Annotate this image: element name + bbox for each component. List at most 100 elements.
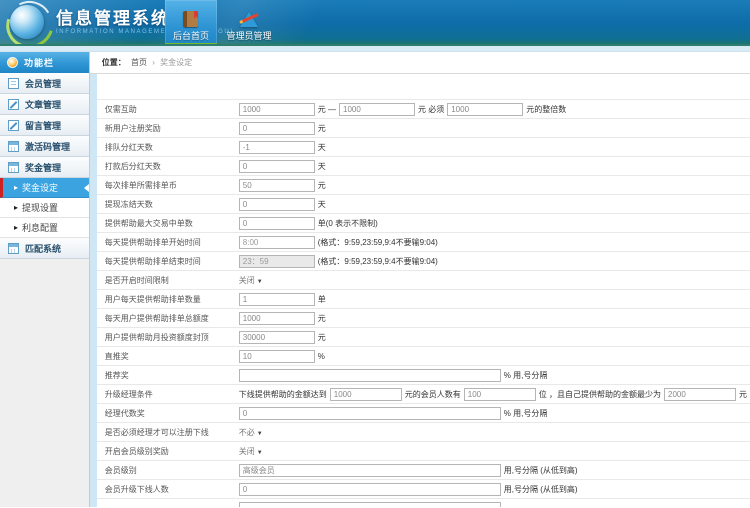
partial-row-input[interactable] [239, 502, 501, 508]
manager-generation-bonus-input[interactable] [239, 407, 501, 420]
field-label: 是否开启时间限制 [97, 275, 239, 286]
member-upgrade-downline-count-input[interactable] [239, 483, 501, 496]
help-order-end-time-input[interactable] [239, 255, 315, 268]
mutual-aid-amount-input[interactable] [339, 103, 415, 116]
field-label: 用户每天提供帮助排单数量 [97, 294, 239, 305]
manager-required-toggle-select[interactable]: 不必▼ [239, 427, 263, 438]
field-label: 每次排单所需排单币 [97, 180, 239, 191]
field-label: 打款后分红天数 [97, 161, 239, 172]
edit-icon [8, 99, 19, 110]
max-open-trade-orders-input[interactable] [239, 217, 315, 230]
sidebar-item-label: 奖金管理 [25, 161, 61, 174]
field-unit-text: 元 [739, 389, 747, 400]
sidebar-item-member-management[interactable]: 会员管理 [0, 73, 89, 94]
sidebar-item-interest-config[interactable]: ▸利息配置 [0, 218, 89, 238]
calendar-icon [8, 162, 19, 173]
chevron-down-icon: ▼ [257, 450, 263, 456]
monthly-invest-cap-input[interactable] [239, 331, 315, 344]
form-row-member-levels: 会员级别用,号分隔 (从低到高) [97, 461, 750, 480]
field-area: (格式：9:59,23:59,9:4不要输9:04) [239, 236, 750, 249]
tab-backend-home[interactable]: 后台首页 [165, 0, 217, 46]
field-area: 元 [239, 331, 750, 344]
sidebar-item-bonus-management[interactable]: 奖金管理 [0, 157, 89, 178]
form-row-referral-bonus: 推荐奖% 用,号分隔 [97, 366, 750, 385]
sidebar: 功能栏 会员管理文章管理留言管理激活码管理奖金管理▸奖金设定▸提现设置▸利息配置… [0, 52, 90, 507]
daily-help-order-quota-input[interactable] [239, 312, 315, 325]
new-user-register-reward-input[interactable] [239, 122, 315, 135]
field-unit-text: (格式：9:59,23:59,9:4不要输9:04) [318, 256, 438, 267]
form-row-daily-help-order-count: 用户每天提供帮助排单数量 单 [97, 290, 750, 309]
form-row-mutual-aid-amount: 仅需互助元 —元 必须元的整倍数 [97, 100, 750, 119]
sidebar-item-label: 激活码管理 [25, 140, 70, 153]
sidebar-item-label: 留言管理 [25, 119, 61, 132]
globe-logo-icon [10, 5, 44, 39]
sidebar-item-withdrawal-settings[interactable]: ▸提现设置 [0, 198, 89, 218]
form-row-withdraw-freeze-days: 提现冻结天数天 [97, 195, 750, 214]
field-unit-text: 天 [318, 161, 326, 172]
field-label: 每天提供帮助排单结束时间 [97, 256, 239, 267]
tab-label: 管理员管理 [226, 31, 271, 42]
field-area: 元 —元 必须元的整倍数 [239, 103, 750, 116]
form-row-direct-referral-bonus: 直推奖% [97, 347, 750, 366]
tab-admin-management[interactable]: 管理员管理 [217, 0, 281, 46]
field-area: 用,号分隔 (从低到高) [239, 464, 750, 477]
field-label: 经理代数奖 [97, 408, 239, 419]
form-table: 仅需互助元 —元 必须元的整倍数新用户注册奖励元排队分红天数天打款后分红天数天每… [97, 99, 750, 507]
member-levels-input[interactable] [239, 464, 501, 477]
field-unit-text: 单 [318, 294, 326, 305]
sidebar-item-activation-code-management[interactable]: 激活码管理 [0, 136, 89, 157]
field-area: % 用,号分隔 [239, 407, 750, 420]
field-unit-text: 单(0 表示不限制) [318, 218, 378, 229]
field-label: 排队分红天数 [97, 142, 239, 153]
queue-coin-per-order-input[interactable] [239, 179, 315, 192]
mutual-aid-amount-input[interactable] [239, 103, 315, 116]
manager-upgrade-condition-input[interactable] [330, 388, 402, 401]
field-unit-text: % [318, 352, 325, 361]
field-label: 开启会员级别奖励 [97, 446, 239, 457]
content-left-rail [90, 74, 97, 507]
form-row-max-open-trade-orders: 提供帮助最大交易中单数单(0 表示不限制) [97, 214, 750, 233]
manager-upgrade-condition-input[interactable] [464, 388, 536, 401]
sidebar-item-message-management[interactable]: 留言管理 [0, 115, 89, 136]
field-area: 用,号分隔 (从低到高) [239, 483, 750, 496]
field-unit-text: 元 必须 [418, 104, 444, 115]
field-unit-text: 用,号分隔 (从低到高) [504, 484, 578, 495]
queue-dividend-days-input[interactable] [239, 141, 315, 154]
field-area: 下线提供帮助的金额达到元的会员人数有位 ，且自己提供帮助的金额最少为元 [239, 388, 750, 401]
direct-referral-bonus-input[interactable] [239, 350, 315, 363]
help-order-start-time-input[interactable] [239, 236, 315, 249]
member-level-bonus-toggle-select[interactable]: 关闭▼ [239, 446, 263, 457]
after-payment-dividend-days-input[interactable] [239, 160, 315, 173]
breadcrumb-home-link[interactable]: 首页 [131, 58, 147, 67]
breadcrumb-separator: › [152, 58, 155, 67]
form-row-queue-dividend-days: 排队分红天数天 [97, 138, 750, 157]
breadcrumb-prefix: 位置： [102, 58, 126, 67]
field-area: 天 [239, 141, 750, 154]
sidebar-item-bonus-setting[interactable]: ▸奖金设定 [0, 178, 89, 198]
form-row-help-order-end-time: 每天提供帮助排单结束时间 (格式：9:59,23:59,9:4不要输9:04) [97, 252, 750, 271]
daily-help-order-count-input[interactable] [239, 293, 315, 306]
sidebar-item-matching-system[interactable]: 匹配系统 [0, 238, 89, 259]
field-area [239, 502, 750, 508]
form-row-member-upgrade-downline-count: 会员升级下线人数用,号分隔 (从低到高) [97, 480, 750, 499]
field-area: 天 [239, 160, 750, 173]
manager-upgrade-condition-input[interactable] [664, 388, 736, 401]
sidebar-item-article-management[interactable]: 文章管理 [0, 94, 89, 115]
field-area: 关闭▼ [239, 275, 750, 286]
field-unit-text: % 用,号分隔 [504, 408, 548, 419]
breadcrumb: 位置： 首页 › 奖金设定 [90, 52, 750, 74]
mutual-aid-amount-input[interactable] [447, 103, 523, 116]
calendar-icon [8, 141, 19, 152]
time-limit-toggle-select[interactable]: 关闭▼ [239, 275, 263, 286]
form-row-partial-row [97, 499, 750, 507]
field-area: 单(0 表示不限制) [239, 217, 750, 230]
field-label: 升级经理条件 [97, 389, 239, 400]
withdraw-freeze-days-input[interactable] [239, 198, 315, 211]
field-area: 关闭▼ [239, 446, 750, 457]
field-label: 每天用户提供帮助排单总额度 [97, 313, 239, 324]
referral-bonus-input[interactable] [239, 369, 501, 382]
form-row-new-user-register-reward: 新用户注册奖励元 [97, 119, 750, 138]
field-area: 不必▼ [239, 427, 750, 438]
form-row-member-level-bonus-toggle: 开启会员级别奖励关闭▼ [97, 442, 750, 461]
field-label: 是否必须经理才可以注册下线 [97, 427, 239, 438]
